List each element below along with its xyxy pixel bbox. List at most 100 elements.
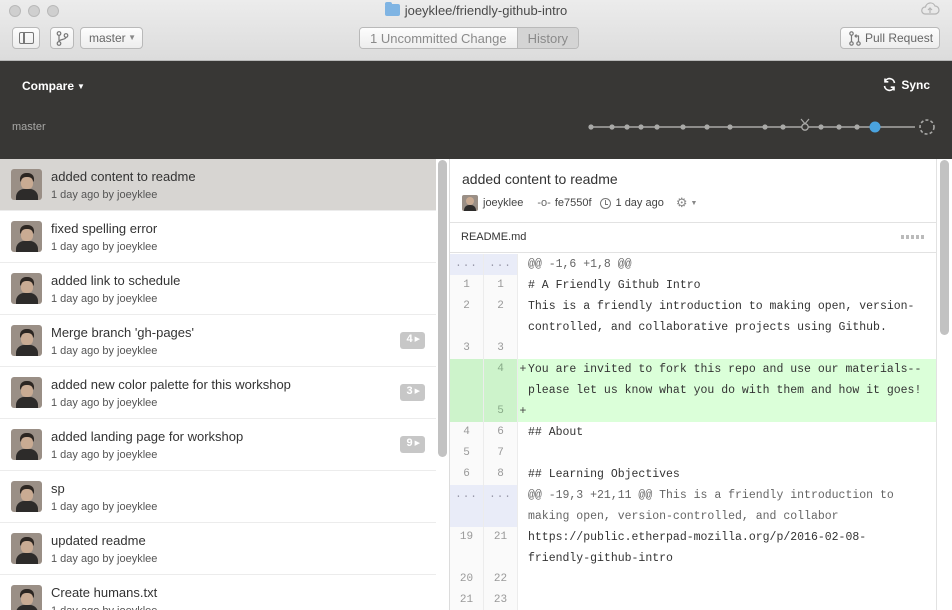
diff-code xyxy=(528,569,936,590)
commit-meta: 1 day ago by joeyklee xyxy=(51,241,158,253)
timeline-commit-dot xyxy=(638,124,644,130)
commit-meta: 1 day ago by joeyklee xyxy=(51,501,158,513)
sidebar-toggle-button[interactable] xyxy=(12,27,40,49)
old-line-number: 20 xyxy=(450,569,484,590)
diff-context-line: 57 xyxy=(450,443,936,464)
branch-dropdown[interactable]: master ▼ xyxy=(80,27,143,49)
branch-dropdown-label: master xyxy=(89,31,126,45)
merged-commits-badge[interactable]: 3 ▶ xyxy=(400,384,425,401)
timeline-commit-dot xyxy=(624,124,630,130)
commit-meta: 1 day ago by joeyklee xyxy=(51,605,157,610)
commit-list-item[interactable]: added new color palette for this worksho… xyxy=(0,367,436,419)
diff-code xyxy=(528,443,936,464)
commit-meta: 1 day ago by joeyklee xyxy=(51,397,158,409)
timeline-commit-dot xyxy=(727,124,733,130)
commit-message: Create humans.txt xyxy=(51,585,158,600)
diff-context-line: 33 xyxy=(450,338,936,359)
timeline-commit-dot xyxy=(654,124,660,130)
commit-meta: 1 day ago by joeyklee xyxy=(51,553,158,565)
diff-sign xyxy=(518,464,528,485)
commit-detail-pane: added content to readme joeyklee -o- fe7… xyxy=(450,159,936,610)
commit-meta: 1 day ago by joeyklee xyxy=(51,345,158,357)
timeline-uncommitted-marker xyxy=(919,119,935,135)
file-options-icon[interactable] xyxy=(901,235,924,239)
folder-icon xyxy=(384,2,400,16)
merged-commits-badge[interactable]: 9 ▶ xyxy=(400,436,425,453)
author-avatar xyxy=(11,585,42,610)
diff-scrollbar[interactable] xyxy=(940,160,949,335)
timeline-commit-dot xyxy=(588,124,594,130)
old-line-number xyxy=(450,401,484,422)
sync-button[interactable]: Sync xyxy=(882,77,930,92)
cloud-upload-icon[interactable] xyxy=(920,2,940,16)
timeline-merge-icon xyxy=(801,123,809,131)
commit-list-item[interactable]: fixed spelling error 1 day ago by joeykle… xyxy=(0,211,436,263)
diff-code: @@ -19,3 +21,11 @@ This is a friendly in… xyxy=(528,489,901,523)
commit-list-item[interactable]: sp 1 day ago by joeyklee xyxy=(0,471,436,523)
diff-sign: + xyxy=(519,405,527,418)
chevron-right-icon: ▶ xyxy=(414,388,420,395)
view-switcher: 1 Uncommitted Change History xyxy=(359,27,580,49)
commit-list-item[interactable]: updated readme 1 day ago by joeyklee xyxy=(0,523,436,575)
old-line-number xyxy=(450,359,484,401)
new-line-number: 5 xyxy=(484,401,518,422)
author-avatar xyxy=(11,481,42,512)
commit-list-item[interactable]: Create humans.txt 1 day ago by joeyklee xyxy=(0,575,436,610)
gear-icon[interactable]: ⚙ xyxy=(676,195,688,211)
commit-meta: 1 day ago by joeyklee xyxy=(51,449,158,461)
timeline-selected-commit xyxy=(869,121,881,133)
diff-code xyxy=(528,338,936,359)
window-title: joeyklee/friendly-github-intro xyxy=(0,2,952,18)
diff-sign xyxy=(518,275,528,296)
chevron-down-icon[interactable]: ▼ xyxy=(691,200,698,207)
commit-list-item[interactable]: added landing page for workshop 1 day ago… xyxy=(0,419,436,471)
commit-author: joeyklee xyxy=(483,197,524,209)
diff-sign xyxy=(518,296,528,338)
commit-list-scrollbar[interactable] xyxy=(438,160,447,457)
commit-list-item[interactable]: added link to schedule 1 day ago by joeyk… xyxy=(0,263,436,315)
commit-message: added new color palette for this worksho… xyxy=(51,377,291,392)
diff-code xyxy=(528,401,936,422)
timeline-commit-dot xyxy=(609,124,615,130)
file-header[interactable]: README.md xyxy=(450,222,936,253)
commit-sha[interactable]: fe7550f xyxy=(555,197,592,209)
diff-code xyxy=(528,590,936,610)
commit-meta: joeyklee -o- fe7550f 1 day ago ⚙ ▼ xyxy=(462,195,697,211)
new-line-number: 6 xyxy=(484,422,518,443)
commit-timeline[interactable] xyxy=(585,115,940,139)
timeline-commit-dot xyxy=(854,124,860,130)
new-line-number: ... xyxy=(484,485,518,527)
tab-uncommitted-changes[interactable]: 1 Uncommitted Change xyxy=(360,28,517,48)
commit-message: updated readme xyxy=(51,533,146,548)
new-line-number: 4 xyxy=(484,359,518,401)
new-line-number: 3 xyxy=(484,338,518,359)
chevron-down-icon: ▼ xyxy=(77,82,85,91)
new-line-number: 1 xyxy=(484,275,518,296)
pull-request-button[interactable]: Pull Request xyxy=(840,27,940,49)
create-branch-button[interactable] xyxy=(50,27,74,49)
timeline-commit-dot xyxy=(780,124,786,130)
diff-code: This is a friendly introduction to makin… xyxy=(528,300,915,334)
compare-dropdown[interactable]: Compare ▼ xyxy=(22,79,85,93)
chevron-down-icon: ▼ xyxy=(128,33,136,42)
author-avatar xyxy=(11,169,42,200)
diff-hunk-header: ...... @@ -19,3 +21,11 @@ This is a frien… xyxy=(450,485,936,527)
new-line-number: 21 xyxy=(484,527,518,569)
sync-label: Sync xyxy=(901,78,930,92)
tab-history[interactable]: History xyxy=(516,28,579,48)
author-avatar xyxy=(11,377,42,408)
diff-sign xyxy=(518,443,528,464)
new-line-number: 23 xyxy=(484,590,518,610)
diff-sign xyxy=(518,485,528,527)
commit-message: added landing page for workshop xyxy=(51,429,244,444)
commit-icon: -o- xyxy=(537,197,551,209)
pull-request-icon xyxy=(849,31,861,46)
commit-list-item[interactable]: Merge branch 'gh-pages' 1 day ago by joey… xyxy=(0,315,436,367)
diff-sign xyxy=(518,569,528,590)
timeline-commit-dot xyxy=(704,124,710,130)
commit-message: added link to schedule xyxy=(51,273,181,288)
merged-commits-badge[interactable]: 4 ▶ xyxy=(400,332,425,349)
diff-code: You are invited to fork this repo and us… xyxy=(528,363,922,397)
commit-list-item[interactable]: added content to readme 1 day ago by joey… xyxy=(0,159,436,211)
chevron-right-icon: ▶ xyxy=(414,336,420,343)
